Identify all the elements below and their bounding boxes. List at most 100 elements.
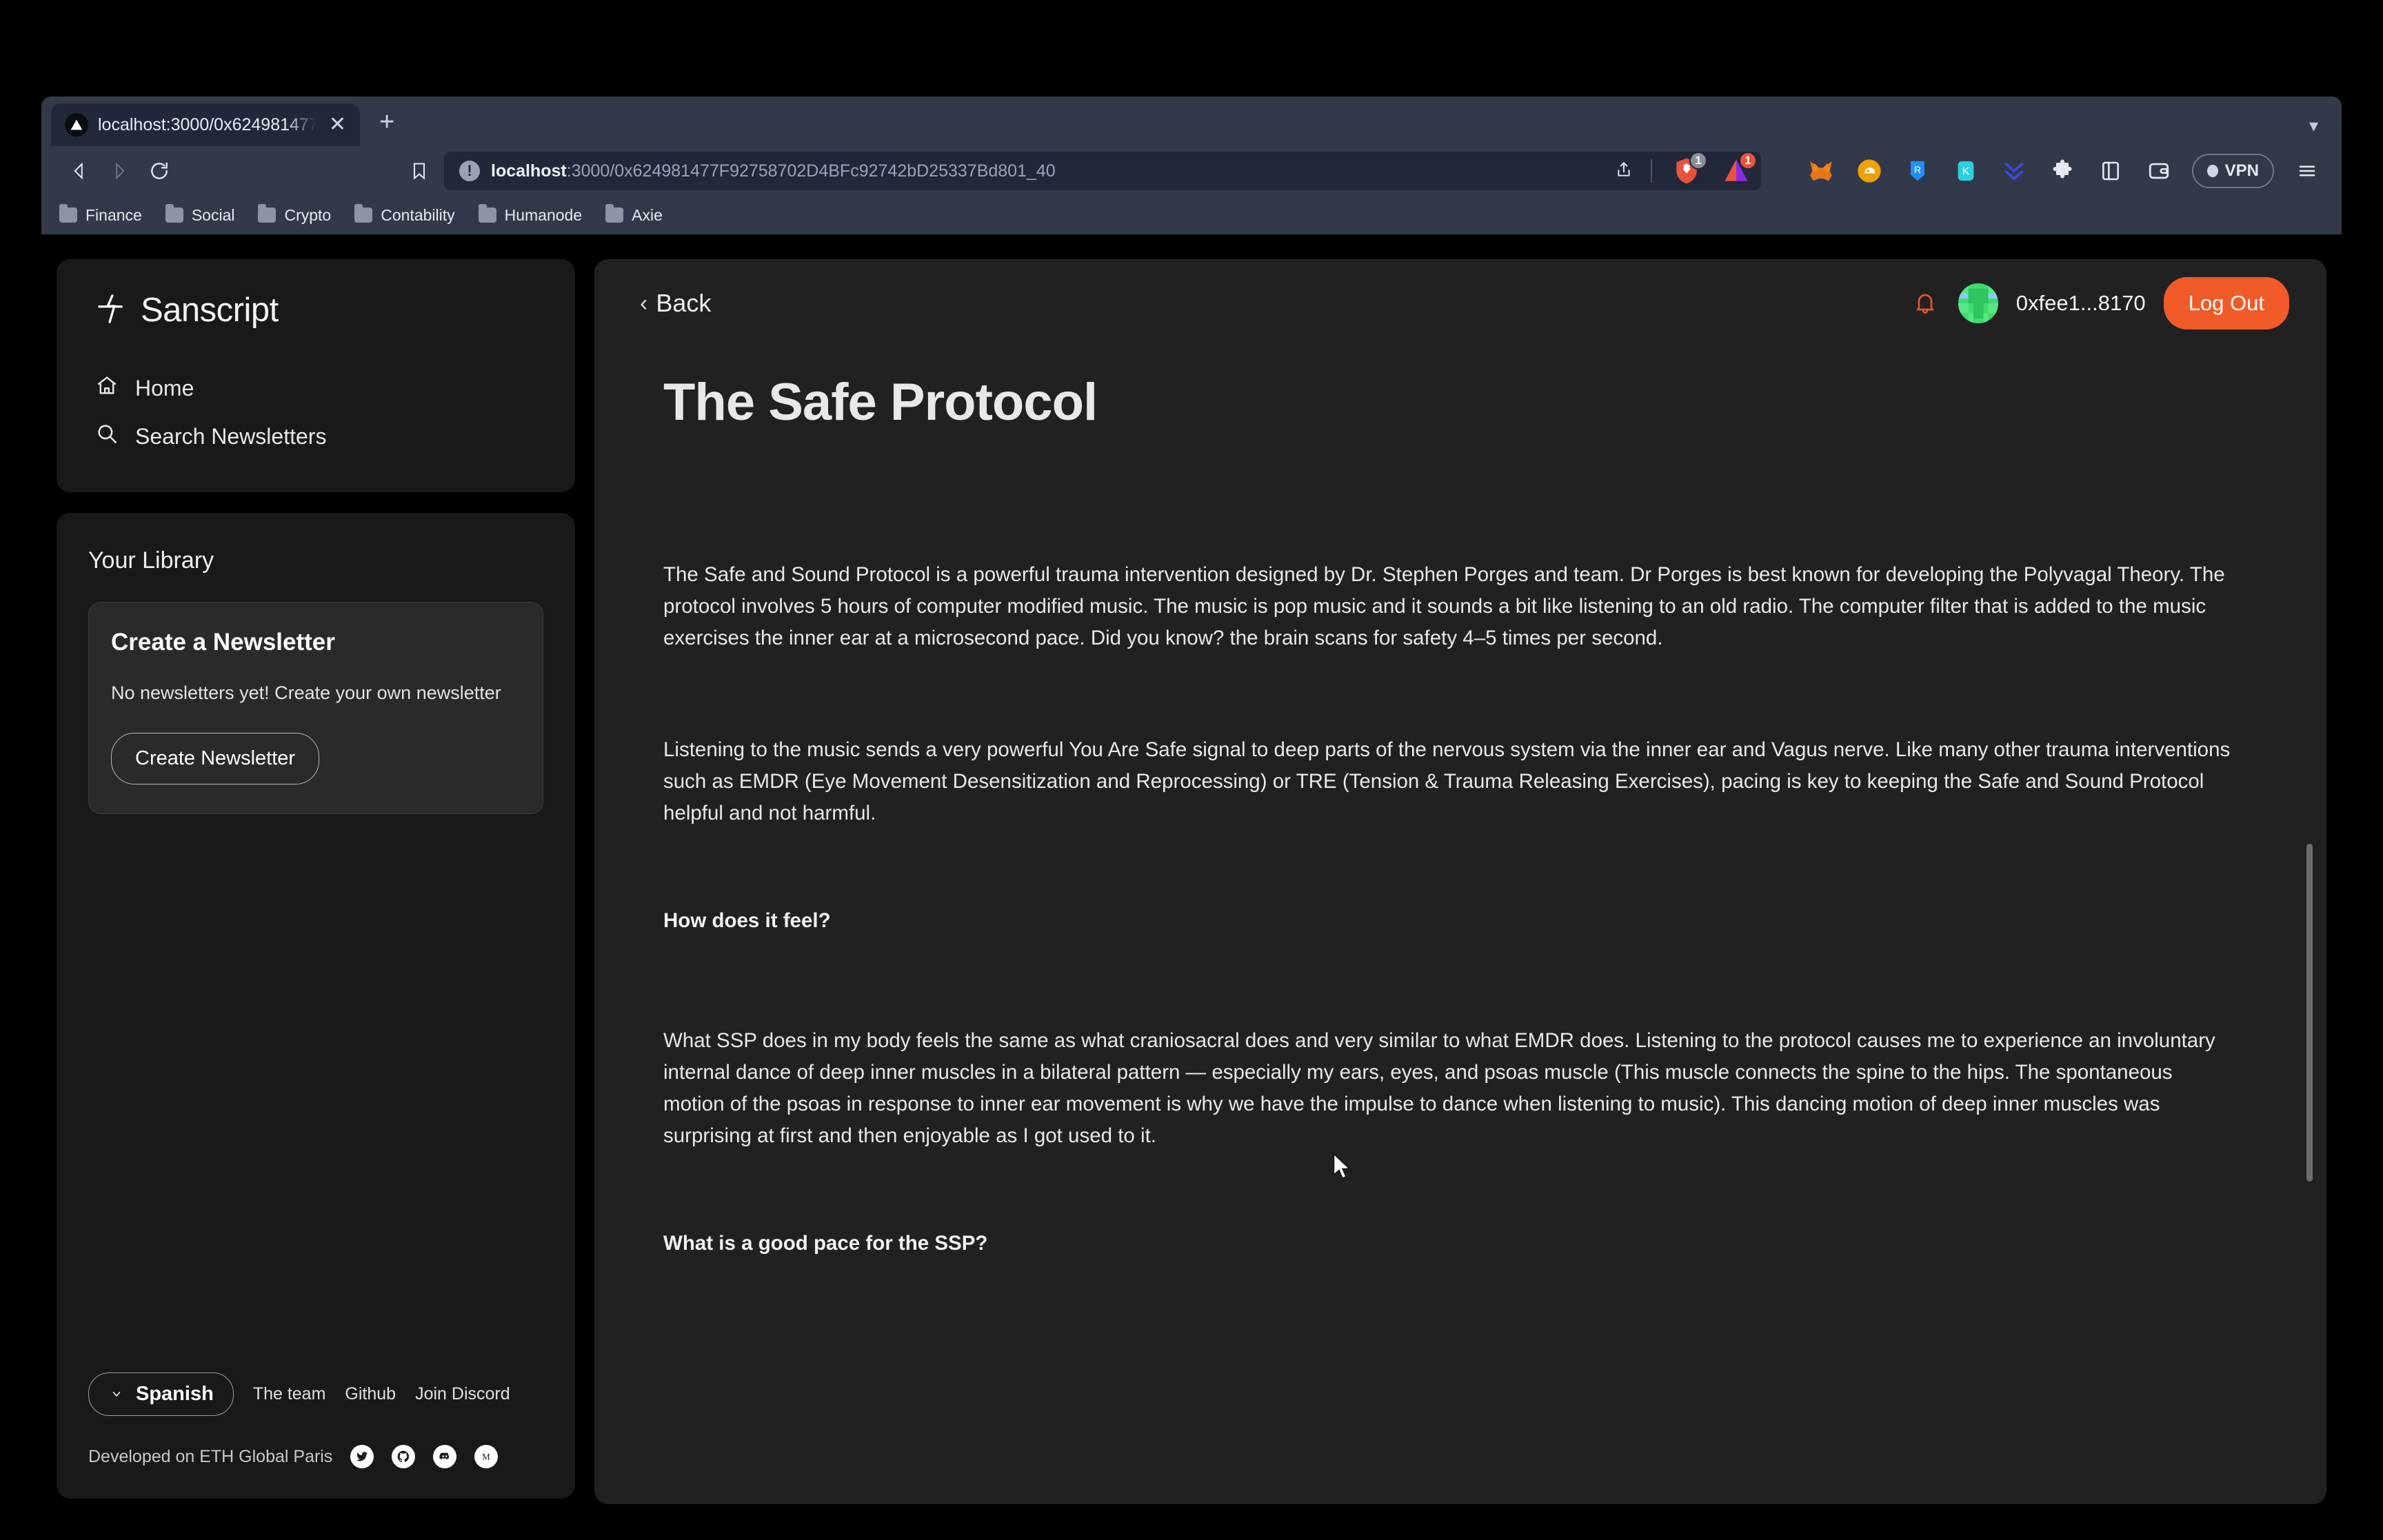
- folder-icon: [59, 204, 77, 223]
- library-title: Your Library: [88, 547, 214, 574]
- hamburger-menu-icon[interactable]: [2292, 156, 2322, 186]
- extension-toolbar: R K VPN: [1806, 154, 2322, 188]
- keplr-wallet-icon[interactable]: K: [1951, 156, 1981, 186]
- sidebar-item-search-newsletters[interactable]: Search Newsletters: [57, 412, 575, 460]
- bookmark-folder-humanode[interactable]: Humanode: [478, 204, 583, 225]
- discord-icon[interactable]: [433, 1445, 457, 1468]
- sidebar-footer-links-row: Spanish The team Github Join Discord: [88, 1372, 543, 1416]
- sidebar-library-card: Your Library Create a Newsletter No news…: [57, 513, 575, 1499]
- metamask-icon[interactable]: [1806, 156, 1836, 186]
- search-icon: [95, 422, 119, 451]
- folder-icon: [354, 204, 373, 223]
- svg-text:M: M: [483, 1452, 491, 1462]
- sidebar-nav-card: Sanscript Home Search Newsletters: [57, 259, 575, 492]
- navigation-row: ! localhost:3000/0x624981477F92758702D4B…: [41, 146, 2342, 196]
- svg-text:K: K: [1962, 166, 1969, 178]
- bookmark-folder-finance[interactable]: Finance: [59, 204, 142, 225]
- bell-icon[interactable]: [1910, 288, 1940, 318]
- brave-rewards-icon[interactable]: 1: [1721, 152, 1757, 186]
- url-bar[interactable]: ! localhost:3000/0x624981477F92758702D4B…: [444, 152, 1761, 190]
- article-paragraph: What SSP does in my body feels the same …: [663, 1029, 2215, 1147]
- scrollbar-thumb[interactable]: [2306, 844, 2313, 1182]
- share-icon[interactable]: [1608, 160, 1640, 183]
- article-scrollbar[interactable]: [2306, 259, 2313, 1504]
- vpn-toggle[interactable]: VPN: [2191, 154, 2274, 188]
- sanscript-bolt-logo-icon: [95, 293, 127, 328]
- bookmark-folder-social[interactable]: Social: [165, 204, 234, 225]
- extensions-puzzle-icon[interactable]: [2047, 156, 2078, 186]
- bookmark-label: Contability: [381, 205, 455, 224]
- backpack-wallet-icon[interactable]: [1999, 156, 2029, 186]
- sidebar-item-label: Search Newsletters: [135, 423, 327, 449]
- footer-link-the-team[interactable]: The team: [253, 1384, 326, 1404]
- twitter-icon[interactable]: [350, 1445, 374, 1468]
- footer-link-join-discord[interactable]: Join Discord: [415, 1384, 510, 1404]
- wallet-address[interactable]: 0xfee1...8170: [2016, 291, 2146, 316]
- shields-badge-count: 1: [1689, 152, 1707, 170]
- wallet-icon[interactable]: [2144, 156, 2174, 186]
- mouse-cursor: [1332, 1153, 1353, 1185]
- log-out-button[interactable]: Log Out: [2163, 277, 2289, 330]
- sidebar-item-home[interactable]: Home: [57, 364, 575, 412]
- create-newsletter-subtitle: No newsletters yet! Create your own news…: [111, 682, 501, 703]
- back-arrow-icon[interactable]: [59, 151, 99, 191]
- folder-icon: [258, 204, 276, 223]
- page-title: The Safe Protocol: [663, 373, 1098, 432]
- sidebar-item-label: Home: [135, 375, 194, 401]
- bookmark-label: Finance: [86, 205, 142, 224]
- reload-icon[interactable]: [139, 151, 179, 191]
- brave-shields-icon[interactable]: 1: [1671, 152, 1707, 186]
- article-heading: How does it feel?: [663, 909, 831, 932]
- divider: [1651, 159, 1652, 183]
- brand-name: Sanscript: [141, 292, 279, 329]
- svg-text:R: R: [1914, 165, 1921, 176]
- rewards-badge-count: 1: [1739, 152, 1757, 170]
- browser-window: localhost:3000/0x624981477F9 ✕ + ▾ ! loc…: [41, 97, 2342, 234]
- browser-tab[interactable]: localhost:3000/0x624981477F9 ✕: [51, 103, 360, 146]
- language-selector[interactable]: Spanish: [88, 1372, 234, 1416]
- forward-arrow-icon[interactable]: [99, 151, 139, 191]
- close-icon[interactable]: ✕: [326, 114, 349, 135]
- article-heading: What is a good pace for the SSP?: [663, 1232, 988, 1255]
- rabby-wallet-icon[interactable]: R: [1902, 156, 1933, 186]
- medium-icon[interactable]: M: [474, 1445, 499, 1468]
- github-icon[interactable]: [392, 1445, 416, 1468]
- bookmark-folder-axie[interactable]: Axie: [605, 204, 663, 225]
- footer-link-github[interactable]: Github: [345, 1384, 396, 1404]
- chevron-down-icon[interactable]: ▾: [2309, 115, 2318, 136]
- sidebar-footer: Spanish The team Github Join Discord Dev…: [88, 1372, 543, 1468]
- vpn-shield-icon: [2206, 165, 2218, 177]
- bookmark-folder-contability[interactable]: Contability: [354, 204, 455, 225]
- wallet-blockie-avatar[interactable]: [1958, 283, 1998, 323]
- phantom-wallet-icon[interactable]: [1854, 156, 1884, 186]
- brand[interactable]: Sanscript: [57, 291, 575, 330]
- article-paragraph: The Safe and Sound Protocol is a powerfu…: [663, 563, 2225, 649]
- language-label: Spanish: [136, 1383, 214, 1405]
- brave-triangle-icon: [65, 113, 88, 136]
- bookmark-folder-crypto[interactable]: Crypto: [258, 204, 331, 225]
- create-newsletter-button[interactable]: Create Newsletter: [111, 733, 320, 785]
- article-body: The Safe and Sound Protocol is a powerfu…: [663, 559, 2235, 1255]
- article-paragraph: Listening to the music sends a very powe…: [663, 738, 2231, 824]
- bookmark-icon[interactable]: [401, 153, 437, 189]
- bookmarks-bar: Finance Social Crypto Contability Humano…: [41, 196, 2342, 234]
- sidebar-panel-icon[interactable]: [2095, 156, 2126, 186]
- sidebar-footer-credit-row: Developed on ETH Global Paris M: [88, 1445, 543, 1468]
- folder-icon: [478, 204, 496, 223]
- credit-text: Developed on ETH Global Paris: [88, 1446, 333, 1466]
- main-panel: ‹ Back 0xfee1...8170 Log Out The Safe Pr…: [594, 259, 2326, 1504]
- bookmark-label: Axie: [632, 205, 663, 224]
- back-button[interactable]: ‹ Back: [640, 289, 711, 318]
- tab-title: localhost:3000/0x624981477F9: [98, 114, 316, 134]
- account-area: 0xfee1...8170 Log Out: [1910, 277, 2289, 330]
- main-header: ‹ Back 0xfee1...8170 Log Out: [594, 259, 2326, 347]
- chevron-down-icon: [108, 1383, 125, 1406]
- info-circle-icon[interactable]: !: [459, 161, 480, 181]
- new-tab-button[interactable]: +: [379, 109, 394, 135]
- home-icon: [95, 374, 119, 403]
- folder-icon: [605, 204, 624, 223]
- bookmark-label: Humanode: [504, 205, 583, 224]
- vpn-label: VPN: [2224, 161, 2259, 180]
- url-text: localhost:3000/0x624981477F92758702D4BFc…: [491, 161, 1597, 181]
- app-viewport: Sanscript Home Search Newsletters Your L…: [0, 234, 2383, 1540]
